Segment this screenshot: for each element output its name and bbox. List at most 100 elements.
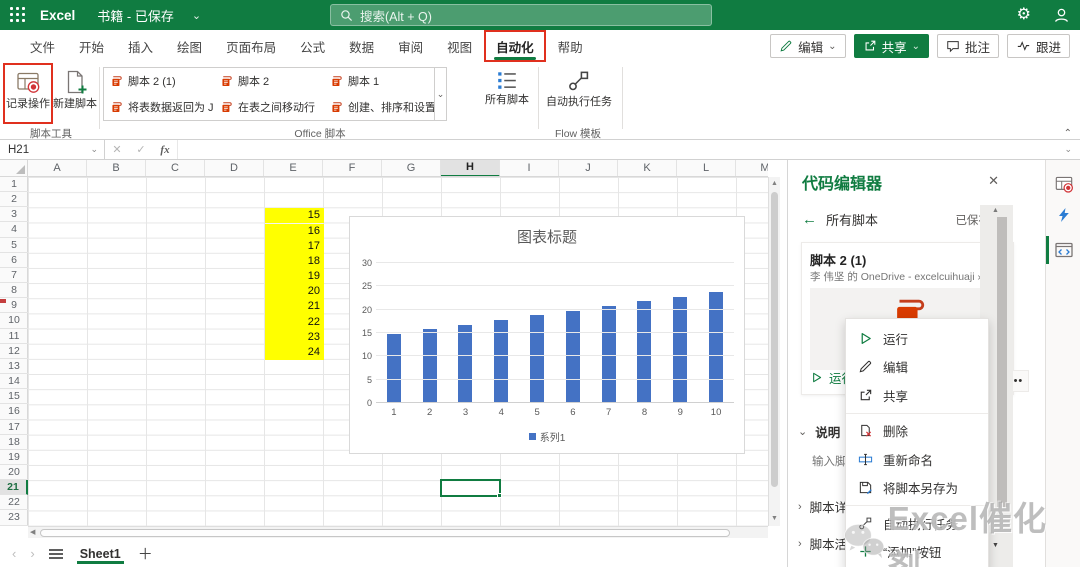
menu-item-编辑[interactable]: 编辑	[846, 353, 988, 382]
column-header-D[interactable]: D	[205, 160, 264, 176]
column-header-F[interactable]: F	[323, 160, 382, 176]
sheet-tab-sheet1[interactable]: Sheet1	[76, 540, 124, 567]
row-header-6[interactable]: 6	[0, 253, 28, 268]
column-header-K[interactable]: K	[618, 160, 677, 176]
app-launcher-waffle-icon[interactable]	[10, 7, 26, 23]
row-header-17[interactable]: 17	[0, 420, 28, 435]
cell-E11[interactable]: 23	[265, 329, 324, 345]
row-header-15[interactable]: 15	[0, 389, 28, 405]
horizontal-scrollbar[interactable]: ◀	[28, 526, 768, 538]
menu-item-自动执行任务[interactable]: 自动执行任务	[846, 509, 988, 538]
menu-item-重新命名[interactable]: 重新命名	[846, 445, 988, 474]
row-header-12[interactable]: 12	[0, 344, 28, 359]
row-header-10[interactable]: 10	[0, 313, 28, 329]
add-sheet-plus-icon[interactable]: ＋	[138, 543, 153, 564]
account-icon[interactable]	[1053, 7, 1070, 24]
row-header-20[interactable]: 20	[0, 465, 28, 481]
prev-sheet-chevron-icon[interactable]: ‹	[12, 546, 16, 561]
catch-up-button[interactable]: 跟进	[1006, 34, 1070, 58]
row-header-16[interactable]: 16	[0, 404, 28, 420]
cell-E3[interactable]: 15	[265, 208, 324, 224]
ribbon-tab-公式[interactable]: 公式	[288, 30, 337, 62]
cell-E8[interactable]: 20	[265, 284, 324, 300]
scroll-up-icon[interactable]: ▲	[992, 207, 999, 214]
pane-scroll-thumb[interactable]	[997, 217, 1007, 507]
column-header-B[interactable]: B	[87, 160, 146, 176]
record-actions-pane-icon[interactable]	[1054, 174, 1074, 194]
power-automate-bolt-icon[interactable]	[1056, 206, 1072, 224]
gallery-more-chevron-icon[interactable]: ⌄	[434, 68, 446, 120]
next-sheet-chevron-icon[interactable]: ›	[30, 546, 34, 561]
comments-button[interactable]: 批注	[936, 34, 999, 58]
gallery-script-item[interactable]: 脚本 2	[214, 73, 324, 89]
settings-gear-icon[interactable]: ⚙	[1017, 7, 1031, 23]
embedded-bar-chart[interactable]: 图表标题 0 5 10 15 20 25 30 1 2 3 4 5 6 7 8 9 10 系列1	[349, 216, 745, 454]
new-script-button[interactable]: 新建脚本	[52, 65, 98, 122]
row-header-2[interactable]: 2	[0, 192, 28, 208]
confirm-check-icon[interactable]: ✓	[129, 143, 153, 156]
vertical-scrollbar[interactable]: ▲ ▼	[768, 177, 780, 526]
menu-item-将脚本另存为[interactable]: 将脚本另存为	[846, 474, 988, 503]
formula-input[interactable]	[177, 140, 1080, 159]
select-all-corner[interactable]	[0, 160, 28, 177]
gallery-script-item[interactable]: 脚本 1	[324, 73, 434, 89]
gallery-script-item[interactable]: 创建、排序和设置...	[324, 99, 434, 115]
menu-item-共享[interactable]: 共享	[846, 381, 988, 410]
ribbon-tab-审阅[interactable]: 审阅	[386, 30, 435, 62]
chevron-down-icon[interactable]: ⌄	[192, 9, 201, 22]
row-header-23[interactable]: 23	[0, 510, 28, 526]
code-editor-pane-icon[interactable]	[1054, 240, 1074, 260]
all-sheets-menu-icon[interactable]	[48, 548, 63, 559]
ribbon-tab-页面布局[interactable]: 页面布局	[214, 30, 288, 62]
column-header-E[interactable]: E	[264, 160, 323, 176]
column-header-C[interactable]: C	[146, 160, 205, 176]
scroll-down-icon[interactable]: ▼	[769, 513, 780, 525]
row-header-4[interactable]: 4	[0, 222, 28, 238]
scroll-up-icon[interactable]: ▲	[769, 178, 780, 190]
collapsed-section-2[interactable]: › 脚本活	[798, 534, 847, 553]
document-title[interactable]: 书籍 - 已保存	[97, 6, 174, 25]
menu-item-删除[interactable]: 删除	[846, 417, 988, 446]
cell-E6[interactable]: 18	[265, 253, 324, 269]
cell-E5[interactable]: 17	[265, 238, 324, 254]
ribbon-tab-绘图[interactable]: 绘图	[165, 30, 214, 62]
scroll-left-icon[interactable]: ◀	[30, 527, 35, 539]
row-header-13[interactable]: 13	[0, 359, 28, 375]
gallery-script-item[interactable]: 将表数据返回为 JS...	[104, 99, 214, 115]
gallery-script-item[interactable]: 脚本 2 (1)	[104, 73, 214, 89]
row-header-14[interactable]: 14	[0, 374, 28, 390]
row-header-3[interactable]: 3	[0, 207, 28, 223]
row-header-7[interactable]: 7	[0, 268, 28, 284]
cell-E10[interactable]: 22	[265, 314, 324, 330]
spreadsheet-grid[interactable]: ABCDEFGHIJKLM 12345678910111213141516171…	[0, 160, 780, 540]
cell-E4[interactable]: 16	[265, 223, 324, 239]
name-box[interactable]: H21 ⌄	[0, 140, 105, 159]
row-header-22[interactable]: 22	[0, 495, 28, 511]
cell-E9[interactable]: 21	[265, 299, 324, 315]
all-scripts-button[interactable]: 所有脚本	[480, 65, 534, 122]
automate-task-button[interactable]: 自动执行任务	[544, 65, 614, 122]
ribbon-tab-开始[interactable]: 开始	[67, 30, 116, 62]
row-header-18[interactable]: 18	[0, 435, 28, 450]
horizontal-scroll-thumb[interactable]	[40, 529, 730, 537]
collapse-ribbon-chevron-icon[interactable]: ⌃	[1064, 128, 1072, 139]
row-header-11[interactable]: 11	[0, 329, 28, 344]
insert-function-fx-icon[interactable]: fx	[153, 144, 177, 156]
row-header-8[interactable]: 8	[0, 283, 28, 299]
column-header-M[interactable]: M	[736, 160, 768, 176]
gallery-script-item[interactable]: 在表之间移动行	[214, 99, 324, 115]
ribbon-tab-数据[interactable]: 数据	[337, 30, 386, 62]
vertical-scroll-thumb[interactable]	[771, 192, 778, 487]
column-header-I[interactable]: I	[500, 160, 559, 176]
ribbon-tab-插入[interactable]: 插入	[116, 30, 165, 62]
cell-E12[interactable]: 24	[265, 344, 324, 361]
row-header-1[interactable]: 1	[0, 177, 28, 193]
ribbon-tab-帮助[interactable]: 帮助	[546, 30, 595, 62]
record-actions-button[interactable]: 记录操作	[3, 63, 53, 124]
menu-item-“添加”按钮[interactable]: “添加”按钮	[846, 538, 988, 567]
description-section-header[interactable]: ⌄ 说明	[798, 422, 840, 441]
expand-formula-bar-chevron-icon[interactable]: ⌄	[1064, 144, 1072, 155]
ribbon-tab-自动化[interactable]: 自动化	[484, 30, 546, 62]
column-header-J[interactable]: J	[559, 160, 618, 176]
row-header-5[interactable]: 5	[0, 238, 28, 253]
